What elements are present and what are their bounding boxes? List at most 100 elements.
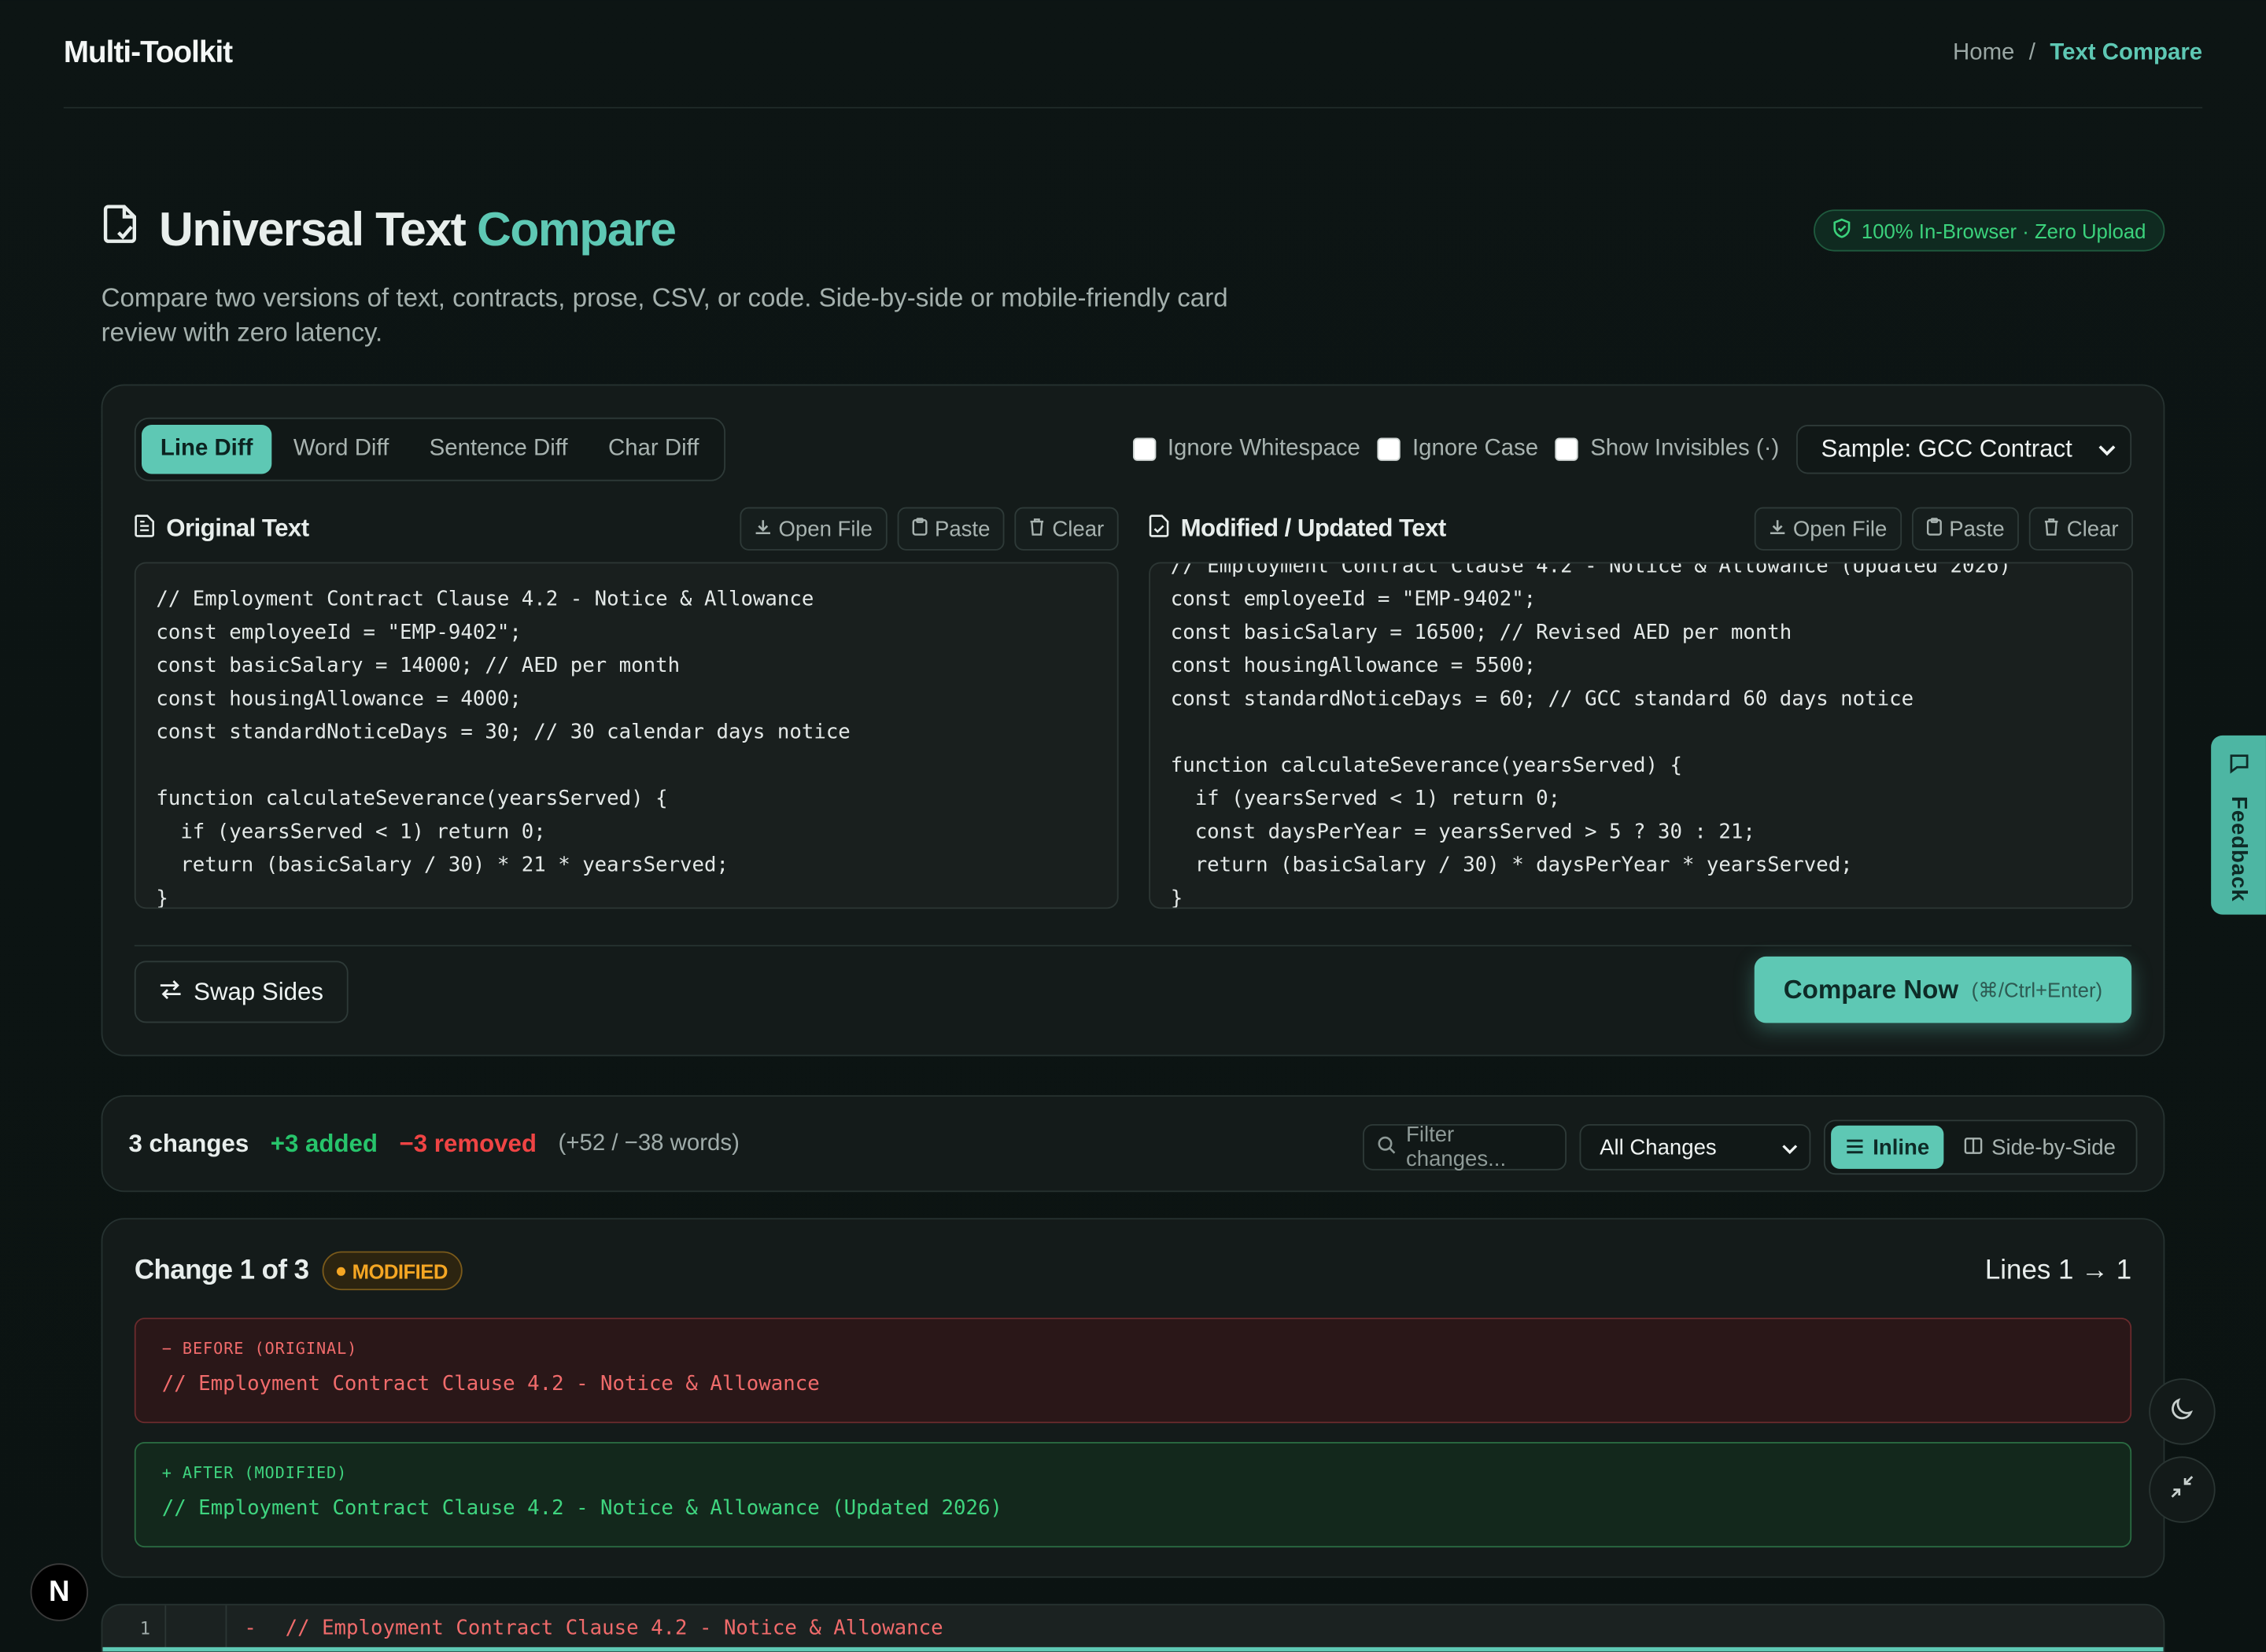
removed-marker: - xyxy=(244,1616,256,1639)
modified-paste-label: Paste xyxy=(1949,516,2005,541)
original-actions: Open File Paste Clear xyxy=(739,507,1119,551)
swap-arrows-icon xyxy=(159,978,182,1007)
status-badge-text: MODIFIED xyxy=(352,1259,448,1283)
original-clear-label: Clear xyxy=(1052,516,1105,541)
change-title: Change 1 of 3 MODIFIED xyxy=(134,1251,463,1291)
brand-logo[interactable]: Multi-Toolkit xyxy=(64,36,233,71)
breadcrumb: Home / Text Compare xyxy=(1953,40,2202,66)
ignore-case-checkbox[interactable] xyxy=(1377,437,1401,461)
file-text-icon xyxy=(135,514,155,544)
theme-toggle-button[interactable] xyxy=(2149,1378,2216,1445)
list-icon xyxy=(1845,1135,1864,1160)
shield-check-icon xyxy=(1832,218,1851,242)
status-badge: MODIFIED xyxy=(322,1251,463,1291)
tab-word-diff[interactable]: Word Diff xyxy=(275,425,408,474)
title-accent: Compare xyxy=(477,202,677,256)
added-count: +3 added xyxy=(270,1129,378,1157)
feedback-tab[interactable]: Feedback xyxy=(2211,735,2266,915)
original-text-input[interactable]: // Employment Contract Clause 4.2 - Noti… xyxy=(134,562,1119,909)
download-icon xyxy=(754,517,771,541)
breadcrumb-separator: / xyxy=(2028,40,2035,65)
ignore-case-option[interactable]: Ignore Case xyxy=(1377,436,1539,463)
after-block: + AFTER (MODIFIED) // Employment Contrac… xyxy=(134,1442,2132,1548)
diff-summary: 3 changes +3 added −3 removed (+52 / −38… xyxy=(128,1097,739,1190)
minimize-arrows-icon xyxy=(2169,1473,2195,1506)
privacy-badge: 100% In-Browser · Zero Upload xyxy=(1814,209,2165,252)
original-open-file-label: Open File xyxy=(778,516,873,541)
file-check-icon xyxy=(101,202,142,257)
trash-icon xyxy=(1029,517,1045,541)
before-text: // Employment Contract Clause 4.2 - Noti… xyxy=(161,1372,820,1396)
editor-divider xyxy=(134,945,2132,947)
after-label: + AFTER (MODIFIED) xyxy=(161,1463,348,1483)
inline-diff-accent-bar xyxy=(102,1646,2164,1652)
modified-title-text: Modified / Updated Text xyxy=(1180,514,1447,542)
original-paste-label: Paste xyxy=(934,516,991,541)
moon-icon xyxy=(2169,1395,2195,1428)
original-clear-button[interactable]: Clear xyxy=(1014,507,1119,551)
modified-text-content: // Employment Contract Clause 4.2 - Noti… xyxy=(1170,562,2011,909)
change-card-header: Change 1 of 3 MODIFIED Lines 1 → 1 xyxy=(134,1251,2131,1291)
change-type-select[interactable]: All Changes xyxy=(1579,1123,1811,1171)
view-side-by-side-button[interactable]: Side-by-Side xyxy=(1950,1126,2130,1169)
ignore-whitespace-option[interactable]: Ignore Whitespace xyxy=(1132,436,1360,463)
ignore-whitespace-label: Ignore Whitespace xyxy=(1167,436,1360,461)
view-inline-button[interactable]: Inline xyxy=(1830,1125,1944,1169)
chevron-down-icon xyxy=(2098,435,2116,464)
tab-line-diff[interactable]: Line Diff xyxy=(141,424,272,474)
original-open-file-button[interactable]: Open File xyxy=(739,507,888,551)
title-main: Universal Text xyxy=(159,202,467,256)
message-icon xyxy=(2227,753,2249,782)
modified-clear-button[interactable]: Clear xyxy=(2028,507,2133,551)
diff-mode-tabs: Line Diff Word Diff Sentence Diff Char D… xyxy=(134,417,725,481)
inline-diff-view: 1 - // Employment Contract Clause 4.2 - … xyxy=(101,1603,2165,1652)
line-number: 1 xyxy=(102,1605,167,1650)
swap-sides-label: Swap Sides xyxy=(194,977,324,1005)
original-pane-title: Original Text xyxy=(135,514,309,544)
show-invisibles-option[interactable]: Show Invisibles (·) xyxy=(1556,437,1779,463)
collapse-button[interactable] xyxy=(2149,1456,2216,1523)
app-root: Multi-Toolkit Home / Text Compare Univer… xyxy=(0,0,2266,1652)
line-number-new xyxy=(166,1605,227,1650)
original-pane-header: Original Text Open File Paste Clear xyxy=(135,507,1119,551)
filter-placeholder: Filter changes... xyxy=(1405,1123,1507,1172)
modified-pane-header: Modified / Updated Text Open File Paste … xyxy=(1149,507,2133,551)
compare-now-button[interactable]: Compare Now (⌘/Ctrl+Enter) xyxy=(1754,956,2132,1023)
before-block: − BEFORE (ORIGINAL) // Employment Contra… xyxy=(134,1318,2132,1424)
privacy-badge-text: 100% In-Browser · Zero Upload xyxy=(1861,219,2146,242)
breadcrumb-home[interactable]: Home xyxy=(1953,40,2014,66)
top-bar: Multi-Toolkit Home / Text Compare xyxy=(63,0,2203,109)
tab-sentence-diff[interactable]: Sentence Diff xyxy=(411,425,587,474)
sample-select-value: Sample: GCC Contract xyxy=(1821,434,2072,463)
modified-pane-title: Modified / Updated Text xyxy=(1149,514,1446,544)
ignore-whitespace-checkbox[interactable] xyxy=(1132,437,1157,461)
changes-count: 3 changes xyxy=(128,1129,249,1157)
view-inline-label: Inline xyxy=(1873,1134,1930,1160)
after-text: // Employment Contract Clause 4.2 - Noti… xyxy=(161,1496,1002,1521)
modified-paste-button[interactable]: Paste xyxy=(1911,507,2020,551)
filter-changes-input[interactable]: Filter changes... xyxy=(1362,1123,1567,1172)
diff-stats-bar: 3 changes +3 added −3 removed (+52 / −38… xyxy=(101,1095,2165,1193)
swap-sides-button[interactable]: Swap Sides xyxy=(134,961,349,1023)
tab-char-diff[interactable]: Char Diff xyxy=(589,425,718,474)
trash-icon xyxy=(2043,517,2059,541)
ignore-case-label: Ignore Case xyxy=(1412,436,1539,461)
compare-label: Compare Now xyxy=(1783,974,1959,1004)
show-invisibles-checkbox[interactable] xyxy=(1556,437,1579,461)
nextjs-logo-icon[interactable]: N xyxy=(30,1563,89,1621)
sample-select[interactable]: Sample: GCC Contract xyxy=(1796,424,2132,474)
view-mode-toggle: Inline Side-by-Side xyxy=(1823,1119,2138,1175)
clipboard-icon xyxy=(1926,517,1942,541)
view-side-label: Side-by-Side xyxy=(1991,1134,2116,1160)
change-title-text: Change 1 of 3 xyxy=(134,1255,309,1285)
feedback-label: Feedback xyxy=(2226,796,2251,902)
modified-open-file-button[interactable]: Open File xyxy=(1754,507,1902,551)
inline-diff-line: - // Employment Contract Clause 4.2 - No… xyxy=(244,1606,943,1650)
editor-card: Line Diff Word Diff Sentence Diff Char D… xyxy=(101,384,2165,1056)
change-card: Change 1 of 3 MODIFIED Lines 1 → 1 − BEF… xyxy=(101,1218,2165,1578)
modified-text-input[interactable]: // Employment Contract Clause 4.2 - Noti… xyxy=(1149,562,2133,909)
original-title-text: Original Text xyxy=(166,514,309,542)
original-paste-button[interactable]: Paste xyxy=(897,507,1005,551)
removed-count: −3 removed xyxy=(399,1129,537,1157)
change-type-value: All Changes xyxy=(1600,1134,1717,1160)
